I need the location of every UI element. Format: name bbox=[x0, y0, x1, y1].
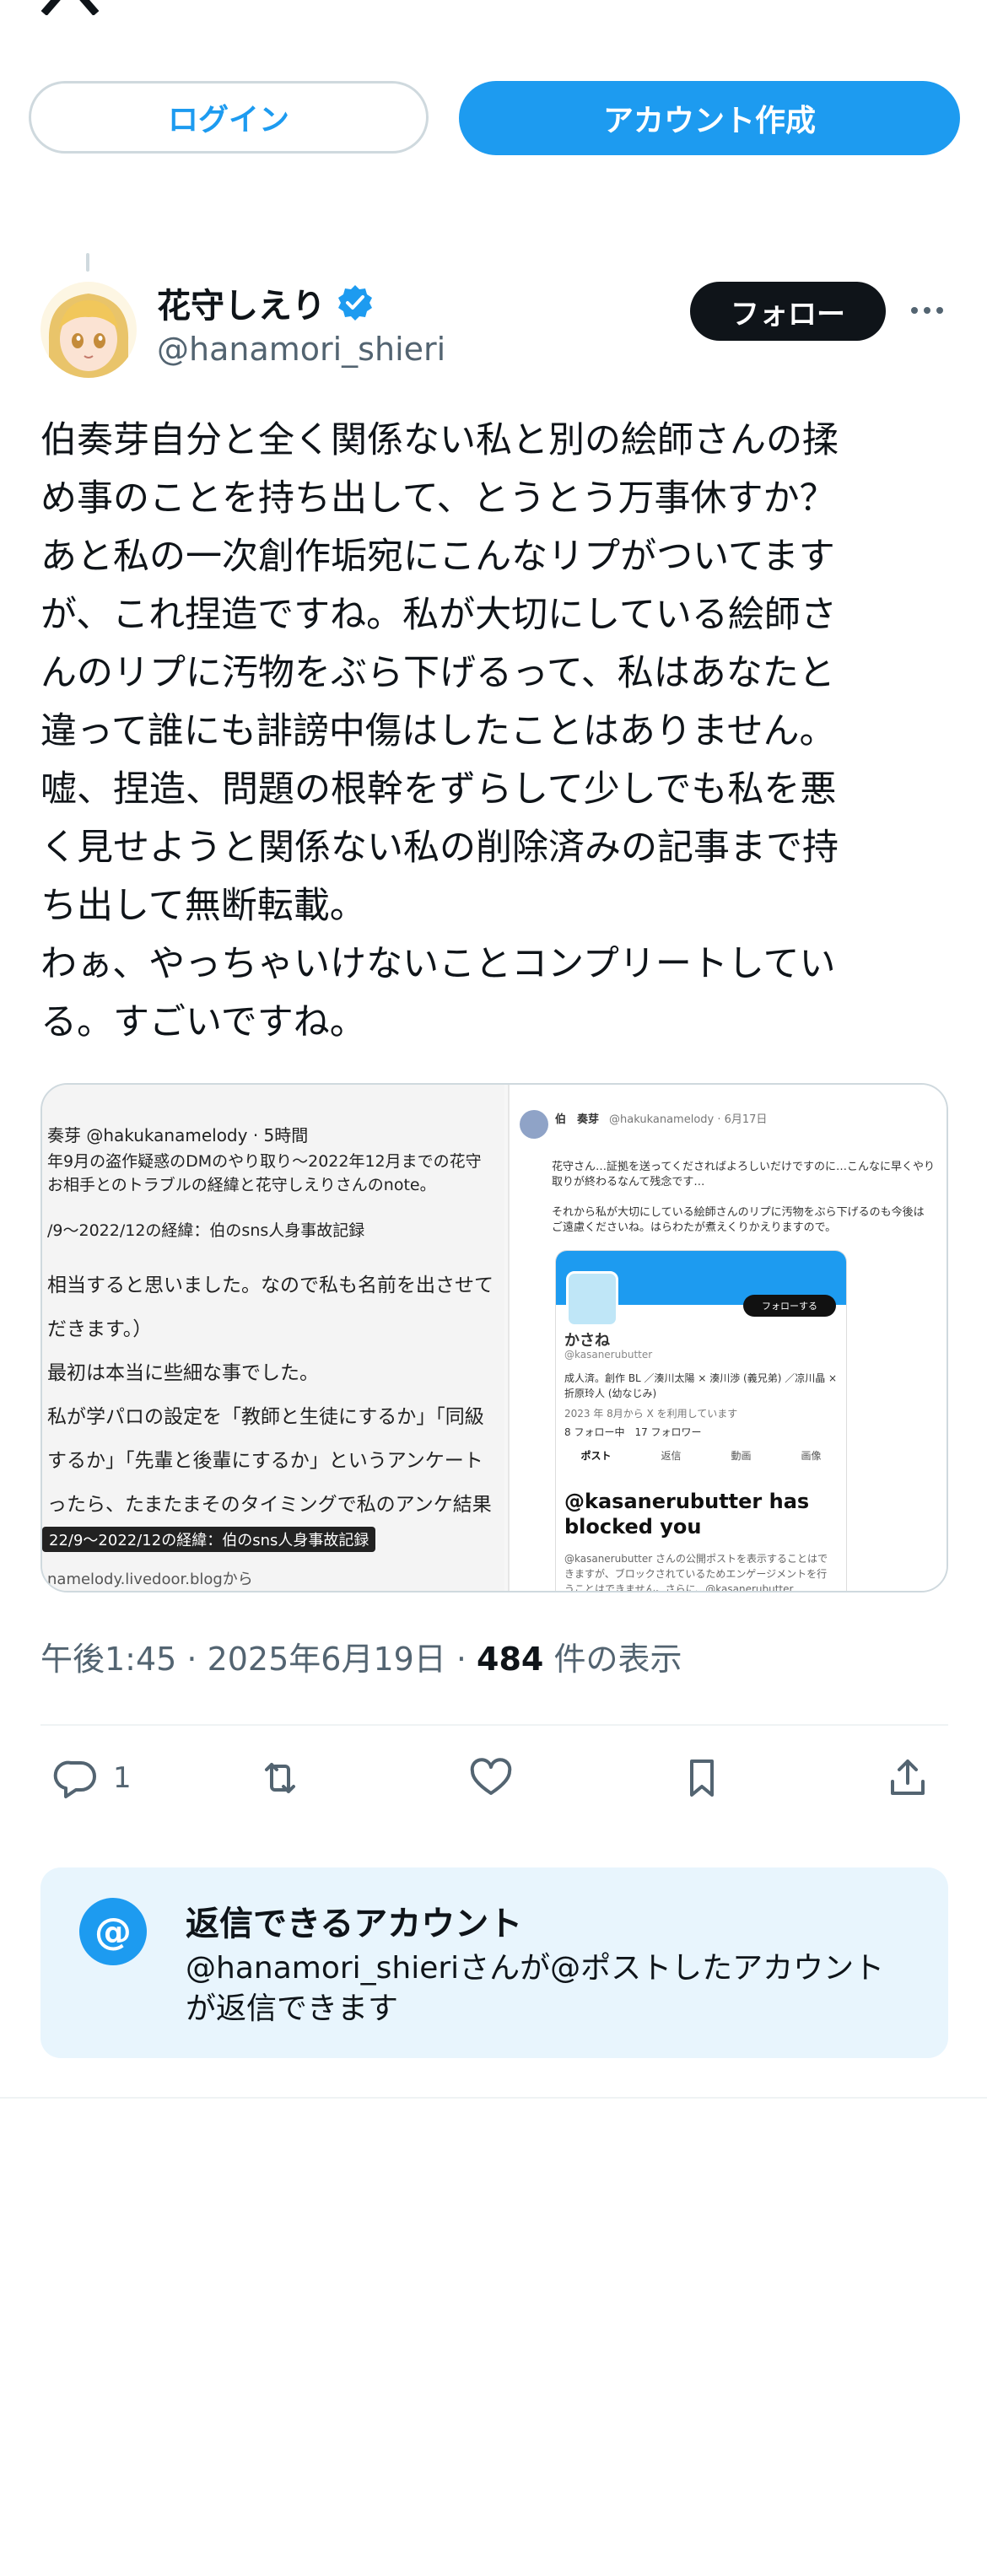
media-right-avatar bbox=[520, 1110, 548, 1139]
reply-icon bbox=[53, 1760, 96, 1798]
avatar[interactable] bbox=[40, 282, 137, 378]
bookmark-icon bbox=[690, 1760, 714, 1797]
tweet-media[interactable]: 奏芽 @hakukanamelody · 5時間 年9月の盗作疑惑のDMのやり取… bbox=[40, 1083, 948, 1592]
profile-card-avatar bbox=[566, 1271, 618, 1327]
profile-card-tab-media: 動画 bbox=[731, 1450, 752, 1462]
at-sign-icon: @ bbox=[79, 1898, 147, 1965]
profile-card: フォローする かさね @kasanerubutter 成人済。創作 BL ／湊川… bbox=[555, 1250, 847, 1592]
like-button[interactable] bbox=[467, 1754, 515, 1802]
media-left-body: ったら、たまたまそのタイミングで私のアンケ結果 bbox=[47, 1494, 492, 1516]
avatar-illustration bbox=[40, 282, 137, 378]
media-left-body: 私が学パロの設定を「教師と生徒にするか」「同級 bbox=[47, 1406, 484, 1428]
media-right-reply-line: 花守さん…証拠を送ってくださればよろしいだけですのに…こんなに早くやり bbox=[552, 1161, 935, 1173]
reply-restriction-title: 返信できるアカウント bbox=[186, 1905, 523, 1943]
media-right-reply-line: ご遠慮くださいね。はらわたが煮えくりかえりますので。 bbox=[552, 1221, 837, 1234]
reply-button[interactable]: 1 bbox=[52, 1754, 132, 1802]
tweet-actions: 1 bbox=[40, 1754, 948, 1810]
follow-button[interactable]: フォロー bbox=[690, 282, 886, 341]
thread-connector bbox=[86, 253, 89, 272]
more-options-icon[interactable] bbox=[908, 294, 947, 327]
media-left-body: 最初は本当に些細な事でした。 bbox=[47, 1362, 319, 1384]
reply-restriction-box: @ 返信できるアカウント @hanamori_shieriさんが@ポストしたアカ… bbox=[40, 1867, 948, 2058]
blocked-description: @kasanerubutter さんの公開ポストを表示することはできますが、ブロ… bbox=[564, 1553, 828, 1592]
profile-card-tab-posts: ポスト bbox=[580, 1450, 612, 1462]
heart-icon bbox=[470, 1758, 512, 1795]
bookmark-button[interactable] bbox=[678, 1754, 725, 1802]
tweet-meta: 午後1:45 · 2025年6月19日 · 484 件の表示 bbox=[40, 1633, 682, 1679]
view-label: 件の表示 bbox=[543, 1641, 682, 1678]
repost-icon bbox=[265, 1763, 295, 1793]
login-button[interactable]: ログイン bbox=[29, 81, 429, 154]
tweet-text: 伯奏芽自分と全く関係ない私と別の絵師さんの揉 め事のことを持ち出して、とうとう万… bbox=[40, 419, 839, 1043]
media-left-body: だきます。） bbox=[47, 1318, 153, 1340]
reply-count: 1 bbox=[113, 1761, 132, 1795]
profile-card-tabs: ポスト 返信 動画 画像 bbox=[556, 1448, 846, 1463]
share-button[interactable] bbox=[884, 1754, 931, 1802]
media-left-line: お相手とのトラブルの経緯と花守しえりさんのnote。 bbox=[47, 1176, 436, 1194]
x-logo-icon[interactable] bbox=[40, 0, 100, 15]
profile-card-follows: 8 フォロー中 17 フォロワー bbox=[564, 1426, 702, 1438]
profile-card-follow-button: フォローする bbox=[743, 1295, 836, 1317]
author-name-row[interactable]: 花守しえり bbox=[157, 278, 375, 327]
media-left-body: するか」「先輩と後輩にするか」というアンケート bbox=[47, 1450, 483, 1472]
profile-card-bio: 成人済。創作 BL ／湊川太陽 × 湊川渉 (義兄弟) ／凉川晶 × bbox=[564, 1372, 838, 1384]
profile-card-handle: @kasanerubutter bbox=[564, 1349, 653, 1361]
bottom-divider bbox=[0, 2097, 987, 2099]
media-left-screenshot: 奏芽 @hakukanamelody · 5時間 年9月の盗作疑惑のDMのやり取… bbox=[42, 1085, 504, 1591]
profile-card-bio: 折原玲人 (幼なじみ) bbox=[564, 1388, 657, 1399]
media-left-line: 年9月の盗作疑惑のDMのやり取り～2022年12月までの花守 bbox=[47, 1152, 482, 1171]
media-right-reply-line: それから私が大切にしている絵師さんのリプに汚物をぶら下げるのも今後は bbox=[552, 1206, 925, 1219]
reply-restriction-description: @hanamori_shieriさんが@ポストしたアカウントが返信できます bbox=[186, 1951, 885, 2026]
create-account-button[interactable]: アカウント作成 bbox=[459, 81, 960, 155]
author-handle[interactable]: @hanamori_shieri bbox=[157, 331, 445, 368]
media-left-header: 奏芽 @hakukanamelody · 5時間 bbox=[47, 1125, 309, 1145]
profile-card-tab-replies: 返信 bbox=[661, 1450, 682, 1462]
media-right-screenshot: 伯 奏芽 @hakukanamelody · 6月17日 花守さん…証拠を送って… bbox=[508, 1085, 947, 1592]
divider bbox=[40, 1724, 948, 1726]
media-left-line: /9～2022/12の経緯：伯のsns人身事故記録 bbox=[47, 1221, 365, 1240]
repost-button[interactable] bbox=[256, 1754, 304, 1802]
display-name[interactable]: 花守しえり bbox=[157, 278, 326, 327]
blocked-title: @kasanerubutter has blocked you bbox=[564, 1490, 810, 1539]
profile-card-joined: 2023 年 8月から X を利用しています bbox=[564, 1408, 738, 1420]
media-right-name: 伯 奏芽 bbox=[555, 1113, 600, 1126]
media-right-reply-line: 取りが終わるなんて残念です… bbox=[552, 1176, 705, 1188]
view-count: 484 bbox=[477, 1641, 544, 1678]
media-left-body: 相当すると思いました。なので私も名前を出させて bbox=[47, 1275, 494, 1296]
profile-card-name: かさね bbox=[564, 1332, 610, 1350]
media-left-caption: 22/9～2022/12の経緯：伯のsns人身事故記録 bbox=[42, 1527, 376, 1552]
verified-badge-icon bbox=[338, 285, 372, 321]
media-left-source: namelody.livedoor.blogから bbox=[47, 1571, 253, 1588]
tweet-timestamp[interactable]: 午後1:45 · 2025年6月19日 · bbox=[40, 1641, 477, 1678]
profile-card-tab-images: 画像 bbox=[801, 1450, 822, 1462]
media-right-handle: @hakukanamelody · 6月17日 bbox=[609, 1113, 768, 1126]
share-icon bbox=[891, 1760, 925, 1795]
